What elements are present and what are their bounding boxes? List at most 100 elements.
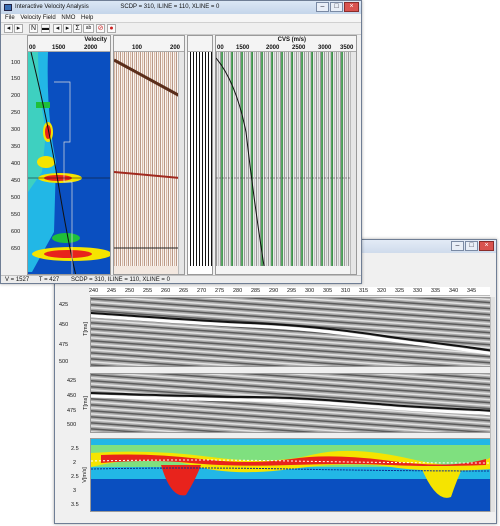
cdp-tick: 280: [233, 288, 243, 294]
panel-a-tick: 425: [59, 302, 69, 308]
time-axis: 100 150 200 250 300 350 400 450 500 550 …: [3, 56, 27, 266]
time-tick: 600: [11, 229, 21, 235]
time-tick: 200: [11, 93, 21, 99]
velocity-field-image: [91, 439, 492, 511]
panel-b-tick: 450: [67, 393, 77, 399]
stack-trace-header: [188, 36, 212, 52]
time-tick: 250: [11, 110, 21, 116]
seismic-top-image: [91, 298, 492, 366]
time-tick: 550: [11, 212, 21, 218]
semblance-tick: 2000: [84, 45, 98, 51]
panel-c-ylabel: V[m/s]: [81, 467, 88, 483]
time-tick: 300: [11, 127, 21, 133]
cvs-tick: 2500: [292, 45, 306, 51]
maximize-button[interactable]: □: [465, 241, 478, 251]
cdp-tick: 340: [449, 288, 459, 294]
cvs-header: CVS (m/s) 00 1500 2000 2500 3000 3500: [216, 36, 356, 52]
step-back-icon[interactable]: ◂: [53, 24, 62, 33]
cdp-ruler-labels: 240 245 250 255 260 265 270 275 280 285 …: [89, 288, 489, 296]
cvs-scrollbar[interactable]: [350, 52, 356, 274]
stop-icon[interactable]: ⊘: [96, 24, 105, 33]
cdp-tick: 285: [251, 288, 261, 294]
status-time: T = 427: [38, 277, 60, 283]
menu-nmo[interactable]: NMO: [61, 14, 75, 23]
cdp-tick: 320: [377, 288, 387, 294]
cdp-tick: 275: [215, 288, 225, 294]
cvs-tick: 3000: [318, 45, 332, 51]
panel-a-ylabel: T[ms]: [82, 322, 89, 336]
semblance-image: [28, 52, 110, 274]
delete-icon[interactable]: ●: [107, 24, 116, 33]
cdp-tick: 265: [179, 288, 189, 294]
cvs-image: [216, 52, 352, 266]
gather-panel[interactable]: 100 200: [113, 35, 185, 275]
cdp-tick: 335: [431, 288, 441, 294]
semblance-header: Velocity 00 1500 2000: [28, 36, 110, 52]
menu-bar: File Velocity Field NMO Help: [1, 14, 361, 23]
window-title: Interactive Velocity Analysis: [15, 4, 89, 10]
panel-a-tick: 475: [59, 342, 69, 348]
panel-b-tick: 475: [67, 408, 77, 414]
cdp-tick: 245: [107, 288, 117, 294]
menu-velocity-field[interactable]: Velocity Field: [20, 14, 55, 23]
arrow-left-icon[interactable]: ◂: [4, 24, 13, 33]
cvs-tick: 2000: [266, 45, 280, 51]
time-tick: 100: [11, 60, 21, 66]
sigma-icon[interactable]: Σ: [73, 24, 82, 33]
maximize-button[interactable]: □: [330, 2, 343, 12]
minimize-button[interactable]: –: [316, 2, 329, 12]
semblance-panel[interactable]: Velocity 00 1500 2000: [27, 35, 111, 275]
time-tick: 400: [11, 161, 21, 167]
seismic-panel-middle: [90, 373, 493, 433]
cvs-title: CVS (m/s): [277, 37, 306, 43]
new-icon[interactable]: N: [29, 24, 38, 33]
panel-b-tick: 500: [67, 422, 77, 428]
velocity-panel-bottom: [90, 438, 493, 512]
cvs-tick: 3500: [340, 45, 354, 51]
cdp-tick: 290: [269, 288, 279, 294]
time-tick: 150: [11, 76, 21, 82]
menu-file[interactable]: File: [5, 14, 15, 23]
status-location: SCDP = 310, ILINE = 110, XLINE = 0: [70, 277, 170, 283]
cdp-tick: 305: [323, 288, 333, 294]
seismic-panel-top: [90, 297, 493, 367]
app-icon: [4, 4, 12, 11]
panel-c-tick: 3: [73, 488, 77, 494]
cvs-tick: 1500: [236, 45, 250, 51]
stack-trace-image: [190, 52, 212, 266]
step-forward-icon[interactable]: ▸: [63, 24, 72, 33]
stack-trace-panel: [187, 35, 213, 275]
panel-c-tick: 3.5: [71, 502, 79, 508]
cvs-panel[interactable]: CVS (m/s) 00 1500 2000 2500 3000 3500: [215, 35, 357, 275]
gather-scrollbar[interactable]: [178, 52, 184, 274]
panel-a-tick: 450: [59, 322, 69, 328]
close-button[interactable]: ×: [479, 241, 494, 251]
panel-a-tick: 500: [59, 359, 69, 365]
cdp-tick: 240: [89, 288, 99, 294]
panel-b-tick: 425: [67, 378, 77, 384]
gather-tick: 200: [170, 45, 181, 51]
velocity-analysis-window: Interactive Velocity Analysis SCDP = 310…: [0, 0, 362, 284]
cdp-tick: 315: [359, 288, 369, 294]
cvs-tick: 00: [217, 45, 224, 51]
menu-help[interactable]: Help: [81, 14, 93, 23]
time-tick: 350: [11, 144, 21, 150]
toolbar-text-box[interactable]: ab: [83, 24, 94, 33]
arrow-right-icon[interactable]: ▸: [14, 24, 23, 33]
gather-header: 100 200: [114, 36, 184, 52]
seismic-middle-image: [91, 374, 492, 432]
gather-image: [114, 52, 180, 266]
velocity-analysis-titlebar[interactable]: Interactive Velocity Analysis SCDP = 310…: [1, 1, 361, 14]
time-tick: 450: [11, 178, 21, 184]
cdp-tick: 330: [413, 288, 423, 294]
minimize-button[interactable]: –: [451, 241, 464, 251]
close-button[interactable]: ×: [344, 2, 359, 12]
time-tick: 500: [11, 195, 21, 201]
semblance-tick: 00: [29, 45, 36, 51]
cdp-tick: 295: [287, 288, 297, 294]
window-title-info: SCDP = 310, ILINE = 110, XLINE = 0: [120, 4, 220, 10]
save-icon[interactable]: ▬: [41, 24, 50, 33]
vertical-scrollbar[interactable]: [490, 297, 495, 512]
semblance-title: Velocity: [84, 37, 107, 43]
cdp-tick: 325: [395, 288, 405, 294]
